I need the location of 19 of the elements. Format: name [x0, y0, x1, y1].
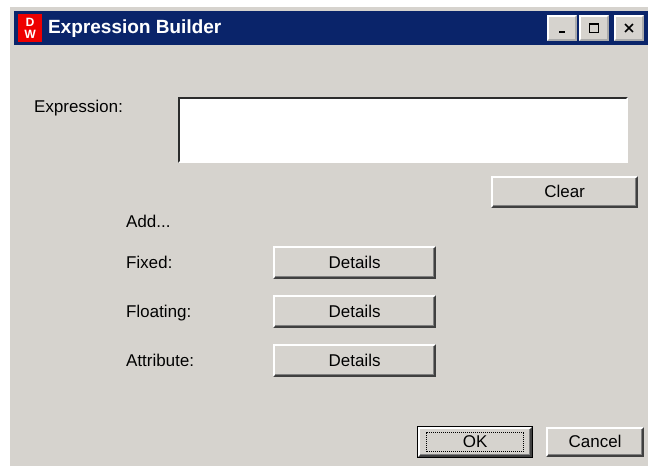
details-button[interactable]: Details	[273, 344, 436, 377]
ok-button[interactable]: OK	[418, 427, 532, 457]
maximize-button[interactable]	[579, 15, 609, 41]
add-heading: Add...	[126, 212, 172, 232]
window-title: Expression Builder	[48, 17, 222, 39]
expression-label: Expression:	[34, 97, 124, 118]
clear-button[interactable]: Clear	[491, 176, 638, 208]
details-button[interactable]: Details	[273, 246, 436, 279]
maximize-icon	[589, 23, 599, 33]
minimize-icon	[559, 30, 565, 32]
field-label: Attribute:	[126, 350, 196, 370]
expression-field[interactable]	[178, 97, 628, 163]
close-icon	[624, 23, 634, 33]
field-label: Floating:	[126, 302, 192, 322]
close-button[interactable]	[614, 15, 644, 41]
field-label: Fixed:	[126, 252, 174, 272]
app-logo-icon: D W	[18, 14, 42, 42]
details-button[interactable]: Details	[273, 295, 436, 328]
cancel-button[interactable]: Cancel	[546, 427, 644, 457]
